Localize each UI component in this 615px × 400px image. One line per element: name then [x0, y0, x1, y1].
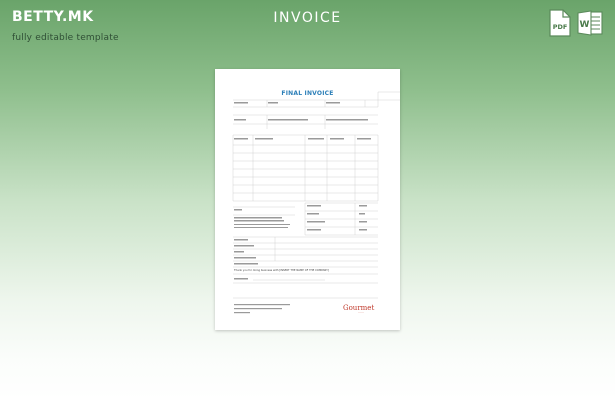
brand-tagline: fully editable template [12, 33, 119, 43]
gourmet-logo-sub: ——— [358, 312, 364, 314]
pdf-label: PDF [553, 23, 568, 31]
invoice-table-lines [232, 91, 400, 314]
gourmet-logo-word: Gourmet [343, 304, 375, 312]
word-file-icon[interactable]: W [577, 9, 603, 37]
page-title: INVOICE [273, 10, 342, 26]
download-icons: PDF W [548, 9, 604, 39]
word-label: W [580, 20, 590, 30]
invoice-thanks-line: Thank you for doing business with [INSER… [234, 269, 329, 272]
gourmet-logo: Gourmet ——— [343, 305, 379, 317]
invoice-preview: FINAL INVOICE Thank you for doing busine… [215, 69, 400, 330]
pdf-file-icon[interactable]: PDF [548, 9, 572, 37]
